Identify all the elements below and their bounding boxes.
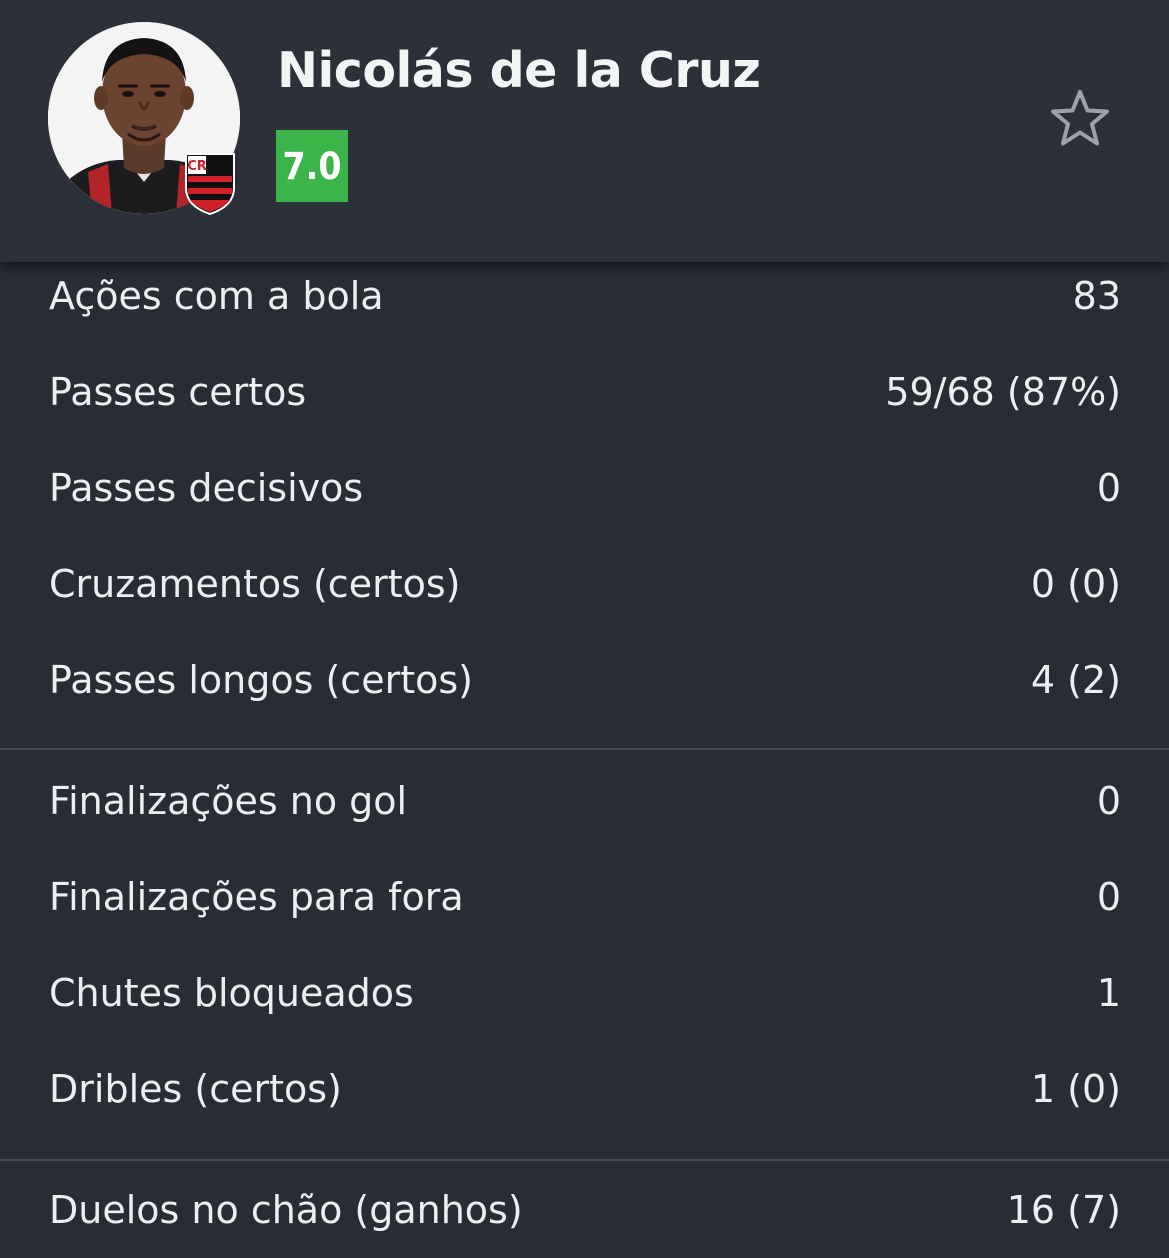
stat-value: 4 (2) — [1030, 658, 1121, 702]
stat-row-touches: Ações com a bola 83 — [0, 248, 1169, 344]
stat-label: Passes certos — [49, 370, 307, 414]
stat-row-dribbles: Dribles (certos) 1 (0) — [0, 1041, 1169, 1137]
stat-row-key-passes: Passes decisivos 0 — [0, 440, 1169, 536]
stat-row-shots-off-target: Finalizações para fora 0 — [0, 849, 1169, 945]
stat-label: Passes decisivos — [49, 466, 364, 510]
player-rating-badge: 7.0 — [276, 130, 348, 202]
stat-label: Duelos no chão (ganhos) — [49, 1188, 523, 1232]
stat-label: Finalizações no gol — [49, 779, 408, 823]
stat-row-blocked-shots: Chutes bloqueados 1 — [0, 945, 1169, 1041]
player-name: Nicolás de la Cruz — [277, 42, 761, 99]
stat-value: 59/68 (87%) — [885, 370, 1121, 414]
stat-label: Chutes bloqueados — [49, 971, 414, 1015]
stat-label: Dribles (certos) — [49, 1067, 342, 1111]
stat-value: 16 (7) — [1006, 1188, 1121, 1232]
stat-value: 0 — [1096, 466, 1121, 510]
stat-label: Finalizações para fora — [49, 875, 464, 919]
stat-value: 0 — [1096, 875, 1121, 919]
stat-label: Cruzamentos (certos) — [49, 562, 461, 606]
player-header: CR Nicolás de la Cruz 7.0 — [0, 0, 1169, 262]
player-stats-list: Ações com a bola 83 Passes certos 59/68 … — [0, 248, 1169, 1258]
stat-row-long-balls: Passes longos (certos) 4 (2) — [0, 632, 1169, 728]
stat-value: 1 (0) — [1030, 1067, 1121, 1111]
stat-label: Passes longos (certos) — [49, 658, 473, 702]
stat-value: 0 (0) — [1030, 562, 1121, 606]
stat-label: Ações com a bola — [49, 274, 384, 318]
stat-row-shots-on-target: Finalizações no gol 0 — [0, 753, 1169, 849]
svg-text:CR: CR — [187, 159, 207, 174]
club-crest-icon: CR — [184, 152, 236, 216]
stat-row-crosses: Cruzamentos (certos) 0 (0) — [0, 536, 1169, 632]
stat-value: 83 — [1072, 274, 1121, 318]
stat-row-accurate-passes: Passes certos 59/68 (87%) — [0, 344, 1169, 440]
stat-value: 1 — [1096, 971, 1121, 1015]
stat-value: 0 — [1096, 779, 1121, 823]
favorite-star-icon[interactable] — [1047, 86, 1113, 152]
